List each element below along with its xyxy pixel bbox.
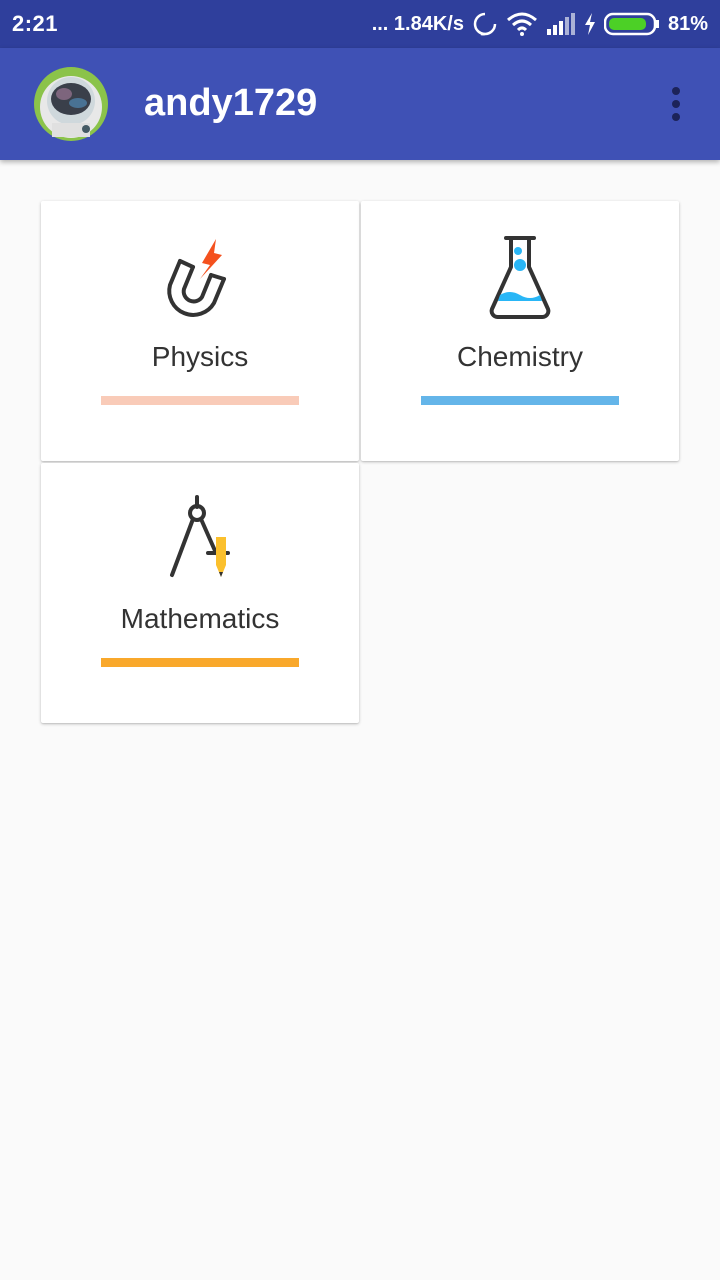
status-icons: ... 1.84K/s 81% [372,11,708,37]
sync-icon [472,11,498,37]
charging-icon [584,13,596,35]
accent-bar [101,658,299,667]
subject-label: Mathematics [120,603,280,634]
signal-icon [546,13,576,35]
status-time: 2:21 [12,11,59,36]
subject-label: Chemistry [456,341,583,372]
battery-icon [603,12,660,36]
subject-card-mathematics[interactable]: Mathematics [41,463,359,723]
username: andy1729 [144,82,318,124]
battery-percent: 81% [667,12,708,35]
magnet-icon [160,233,240,323]
network-speed: ... 1.84K/s [371,12,464,35]
flask-icon [480,233,560,323]
compass-icon [160,495,240,585]
avatar[interactable] [34,67,108,141]
subject-card-physics[interactable]: Physics [41,201,359,461]
more-vert-dot [672,100,680,108]
astronaut-avatar-icon [34,67,108,141]
app-bar: andy1729 [0,48,720,160]
status-bar: 2:21 ... 1.84K/s 81% [0,0,720,48]
accent-bar [421,396,619,405]
more-vert-icon [672,87,680,95]
more-options-button[interactable] [660,80,692,128]
more-vert-dot [672,113,680,121]
accent-bar [101,396,299,405]
subject-card-chemistry[interactable]: Chemistry [361,201,679,461]
wifi-icon [506,12,538,36]
subject-label: Physics [151,341,249,372]
